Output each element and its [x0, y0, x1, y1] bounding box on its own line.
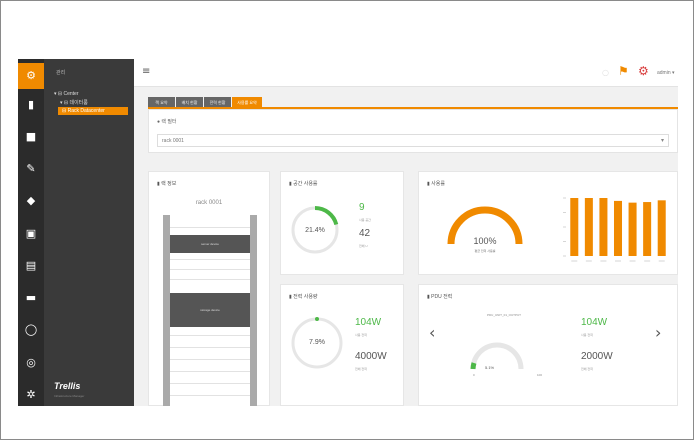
brand-logo: Trellis: [54, 381, 81, 391]
rack-select-value: rack 0001: [162, 138, 184, 144]
hamburger-menu-icon[interactable]: ≡: [142, 67, 150, 77]
rack-unit: [170, 279, 250, 280]
bar-5[interactable]: [628, 202, 637, 256]
power-icon[interactable]: ◯: [24, 323, 38, 337]
pdu-total-value: 2000W: [581, 351, 613, 362]
tree-header: 관리: [56, 70, 66, 76]
rack-card: ▮ 랙 정보 rack 0001 server device storage d…: [148, 171, 270, 406]
rack-card-title: ▮ 랙 정보: [157, 181, 177, 187]
app-window: ⚙ ▮ ■ ✎ ◆ ▣ ▤ ▬ ◯ ◎ ✲ 관리 ▾ ⊟ Center ▾ ⊟ …: [18, 59, 678, 406]
tree-node-rack-selected[interactable]: ⊟ Rack Datacenter: [58, 107, 128, 115]
top-bar: ≡ ○ ⚑ ⚙ admin ▾: [134, 59, 678, 87]
tree-node-center[interactable]: ▾ ⊟ Center: [54, 91, 79, 97]
folder-icon[interactable]: ▬: [24, 291, 38, 305]
bar-4[interactable]: [613, 200, 623, 256]
pdu-used-value: 104W: [581, 317, 608, 328]
file-icon[interactable]: ▤: [24, 259, 38, 273]
gear-icon[interactable]: ⚙: [18, 63, 44, 89]
power-total-label: 전체 전력: [355, 367, 367, 371]
space-used-label: 사용 공간: [359, 218, 371, 222]
chevron-down-icon: ▾: [660, 138, 664, 144]
space-card-title: ▮ 공간 사용률: [289, 181, 318, 187]
bar-1[interactable]: [570, 198, 579, 256]
brand-logo-sub: Infrastructure Manager: [54, 394, 85, 398]
pdu-card: ▮ PDU 전력 ‹ PDU_UNIT_01_OUTPUT 5.1% 0 100…: [418, 284, 678, 406]
power-used-value: 104W: [355, 317, 382, 328]
pdu-percent: 5.1%: [485, 365, 495, 370]
chevron-left-icon[interactable]: ‹: [429, 323, 435, 342]
utilization-card-title: ▮ 사용률: [427, 181, 445, 187]
utilization-card: ▮ 사용률 100% 평균 전력 사용률: [418, 171, 678, 275]
wrench-icon[interactable]: ✎: [24, 162, 38, 176]
pdu-total-label: 전체 전력: [581, 367, 593, 371]
bar-7[interactable]: [657, 200, 666, 256]
bar-3[interactable]: [599, 198, 608, 256]
space-card: ▮ 공간 사용률 21.4% 9 사용 공간 42 전체 U: [280, 171, 404, 275]
rack-unit: [170, 227, 250, 228]
box-icon[interactable]: ▣: [24, 227, 38, 241]
pdu-name: PDU_UNIT_01_OUTPUT: [486, 313, 521, 317]
rack-unit: [170, 269, 250, 270]
power-used-label: 사용 전력: [355, 333, 367, 337]
folder-icon[interactable]: ■: [24, 130, 38, 144]
power-card: ▮ 전력 사용량 7.9% 104W 사용 전력 4000W 전체 전력: [280, 284, 404, 406]
icon-rail: ⚙ ▮ ■ ✎ ◆ ▣ ▤ ▬ ◯ ◎ ✲: [18, 59, 44, 406]
power-percent: 7.9%: [309, 339, 325, 346]
settings-icon[interactable]: ✲: [24, 388, 38, 402]
utilization-label: 평균 전력 사용률: [474, 249, 496, 253]
bar-6[interactable]: [643, 202, 652, 256]
shield-icon[interactable]: ◆: [24, 194, 38, 208]
pdu-gauge: [470, 342, 524, 370]
filter-label: ● 랙 필터: [157, 119, 177, 125]
chevron-right-icon[interactable]: ›: [655, 323, 661, 342]
pdu-card-title: ▮ PDU 전력: [427, 294, 453, 300]
utilization-bar-chart: [563, 197, 666, 262]
rack-unit: [170, 259, 250, 260]
search-icon[interactable]: ○: [602, 67, 609, 79]
rack-device[interactable]: server device: [170, 235, 250, 253]
rack-diagram[interactable]: server device storage device: [163, 215, 257, 406]
power-total-value: 4000W: [355, 351, 387, 362]
power-card-title: ▮ 전력 사용량: [289, 294, 318, 300]
rack-unit: [170, 335, 250, 336]
space-total-label: 전체 U: [359, 244, 368, 248]
screenshot-frame: ⚙ ▮ ■ ✎ ◆ ▣ ▤ ▬ ◯ ◎ ✲ 관리 ▾ ⊟ Center ▾ ⊟ …: [0, 0, 694, 440]
rack-name: rack 0001: [195, 200, 223, 206]
filter-panel: ● 랙 필터 rack 0001 ▾: [148, 109, 678, 153]
pdu-range-min: 0: [473, 373, 475, 377]
rack-unit: [170, 359, 250, 360]
alert-icon[interactable]: ⚙: [638, 65, 649, 77]
tree-node-room[interactable]: ▾ ⊟ 데이터룸: [60, 99, 88, 106]
globe-icon[interactable]: ◎: [24, 356, 38, 370]
server-icon[interactable]: ▮: [24, 98, 38, 112]
rack-device[interactable]: storage device: [170, 293, 250, 327]
rack-unit: [170, 383, 250, 384]
space-percent: 21.4%: [305, 227, 325, 234]
rack-select[interactable]: rack 0001 ▾: [157, 134, 669, 147]
rack-unit: [170, 395, 250, 396]
pdu-range-max: 100: [537, 373, 543, 377]
bar-2[interactable]: [584, 198, 593, 256]
tree-panel: 관리 ▾ ⊟ Center ▾ ⊟ 데이터룸 ⊟ Rack Datacenter…: [44, 59, 134, 406]
rack-unit: [170, 347, 250, 348]
flag-icon[interactable]: ⚑: [618, 65, 629, 77]
rack-unit: [170, 371, 250, 372]
space-used-value: 9: [359, 202, 365, 213]
pdu-used-label: 사용 전력: [581, 333, 593, 337]
utilization-percent: 100%: [473, 236, 497, 246]
space-total-value: 42: [359, 228, 371, 239]
user-menu[interactable]: admin ▾: [657, 70, 675, 76]
